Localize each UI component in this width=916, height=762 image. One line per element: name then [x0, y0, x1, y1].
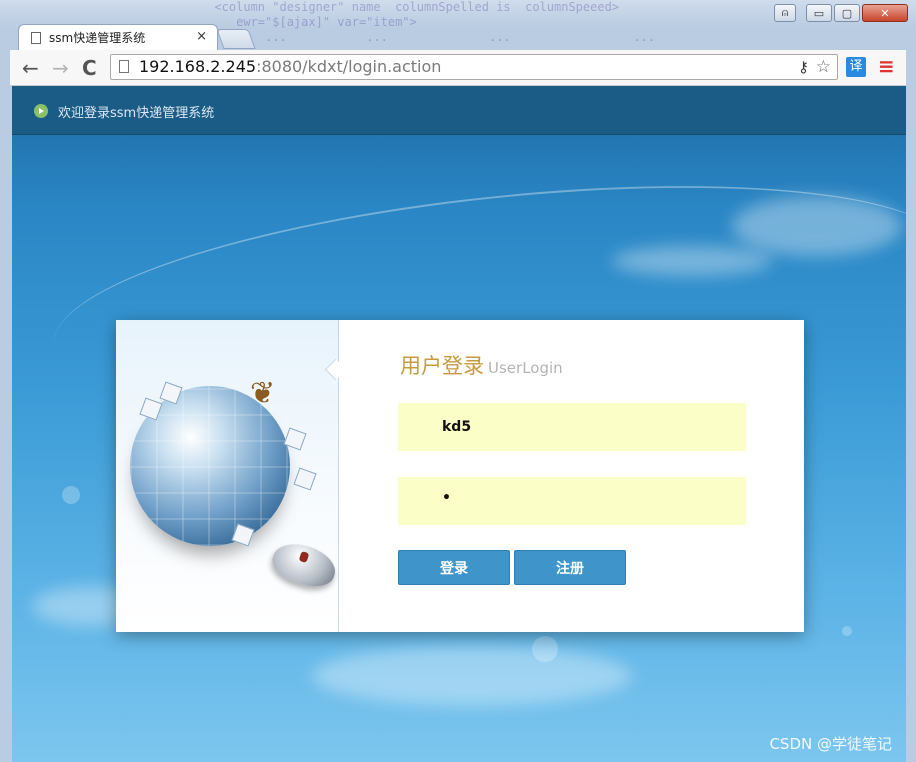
login-title-text: 用户登录 [400, 354, 484, 378]
background-cloud [312, 646, 632, 706]
login-subtitle: UserLogin [488, 359, 563, 377]
tab-close-icon[interactable]: × [196, 29, 207, 44]
menu-icon[interactable]: ≡ [878, 54, 895, 78]
window-controls: ⍝ ▭ ▢ ✕ [774, 4, 908, 22]
register-button[interactable]: 注册 [514, 550, 626, 585]
page-icon [119, 60, 129, 73]
background-bubble [842, 626, 852, 636]
bookmark-star-icon[interactable]: ☆ [816, 55, 831, 79]
watermark-text: CSDN @学徒笔记 [769, 735, 892, 753]
browser-toolbar: ← → C 192.168.2.245:8080/kdxt/login.acti… [10, 50, 906, 86]
address-bar[interactable]: 192.168.2.245:8080/kdxt/login.action ⚷ ☆ [110, 54, 838, 80]
computer-mouse-icon [267, 537, 341, 593]
puzzle-piece-icon [293, 467, 317, 491]
login-title: 用户登录 UserLogin [400, 350, 563, 380]
background-code-decoration: <column "designer" name columnSpelled is… [214, 0, 656, 44]
url-host: 192.168.2.245 [139, 57, 257, 76]
browser-tab[interactable]: ssm快递管理系统 × [18, 24, 218, 50]
username-input[interactable] [398, 403, 746, 451]
page-header: 欢迎登录ssm快递管理系统 [12, 86, 906, 135]
close-window-button[interactable]: ✕ [862, 4, 908, 22]
background-cloud [732, 196, 902, 256]
browser-window: <column "designer" name columnSpelled is… [0, 0, 916, 762]
background-cloud [612, 246, 772, 276]
login-illustration-panel: ❦ [116, 320, 341, 632]
login-card: ❦ 用户登录UserLogin • 登录 注册 [116, 320, 804, 632]
maximize-button[interactable]: ▢ [834, 4, 860, 22]
reload-icon[interactable]: C [82, 56, 97, 80]
play-arrow-icon [34, 104, 48, 118]
welcome-text: 欢迎登录ssm快递管理系统 [58, 106, 215, 121]
page-icon [31, 31, 41, 44]
tab-title: ssm快递管理系统 [49, 31, 146, 45]
page-viewport: 欢迎登录ssm快递管理系统 ❦ 用户登录UserLogin • 登录 [12, 86, 906, 762]
translate-icon[interactable]: 译 [846, 57, 866, 77]
background-bubble [532, 636, 558, 662]
back-arrow-icon[interactable]: ← [22, 56, 39, 80]
login-button[interactable]: 登录 [398, 550, 510, 585]
new-tab-button[interactable] [216, 29, 256, 49]
key-icon[interactable]: ⚷ [798, 55, 809, 79]
background-bubble [62, 486, 80, 504]
minimize-button[interactable]: ▭ [806, 4, 832, 22]
user-profile-icon[interactable]: ⍝ [774, 4, 796, 22]
forward-arrow-icon[interactable]: → [52, 56, 69, 80]
url-path: :8080/kdxt/login.action [256, 57, 442, 76]
butterfly-icon: ❦ [250, 376, 276, 411]
password-input[interactable]: • [398, 477, 746, 525]
